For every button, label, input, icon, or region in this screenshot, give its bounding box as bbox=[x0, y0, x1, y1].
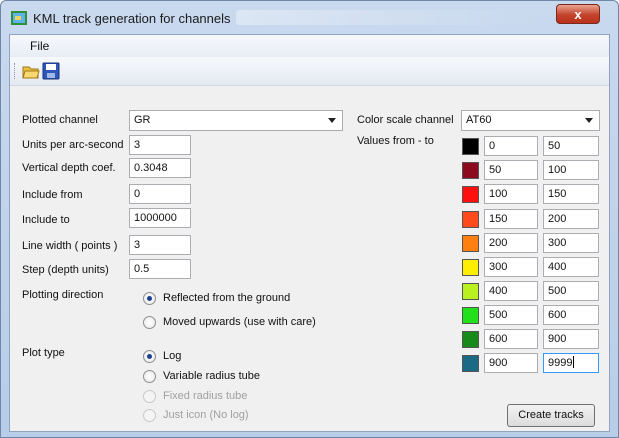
app-icon bbox=[11, 11, 27, 25]
color-swatch[interactable] bbox=[462, 211, 479, 228]
range-to-input[interactable]: 900 bbox=[543, 329, 599, 349]
range-to-input[interactable]: 200 bbox=[543, 209, 599, 229]
radio-reflected-from-ground[interactable] bbox=[143, 292, 156, 305]
plot-type-label: Plot type bbox=[22, 347, 65, 359]
plotted-channel-value: GR bbox=[134, 114, 151, 126]
color-swatch[interactable] bbox=[462, 138, 479, 155]
save-disk-icon[interactable] bbox=[42, 62, 60, 80]
color-swatch[interactable] bbox=[462, 283, 479, 300]
chevron-down-icon bbox=[585, 118, 593, 123]
menu-bar: File bbox=[10, 35, 609, 57]
include-from-input[interactable]: 0 bbox=[129, 184, 191, 204]
units-per-arc-second-input[interactable]: 3 bbox=[129, 135, 191, 155]
radio-just-icon-label: Just icon (No log) bbox=[163, 409, 249, 421]
range-to-input[interactable]: 600 bbox=[543, 305, 599, 325]
include-to-input[interactable]: 1000000 bbox=[129, 208, 191, 228]
color-scale-channel-value: AT60 bbox=[466, 114, 492, 126]
color-swatch[interactable] bbox=[462, 259, 479, 276]
close-button[interactable]: x bbox=[556, 4, 600, 24]
range-to-input[interactable]: 150 bbox=[543, 184, 599, 204]
step-input[interactable]: 0.5 bbox=[129, 259, 191, 279]
color-swatch[interactable] bbox=[462, 331, 479, 348]
range-from-input[interactable]: 200 bbox=[484, 233, 538, 253]
toolbar-grip[interactable] bbox=[14, 63, 17, 79]
range-from-input[interactable]: 500 bbox=[484, 305, 538, 325]
radio-variable-radius-tube[interactable] bbox=[143, 370, 156, 383]
range-from-input[interactable]: 400 bbox=[484, 281, 538, 301]
window-title: KML track generation for channels bbox=[33, 11, 231, 26]
client-area: File Plotted channel GR Units per arc-se… bbox=[9, 34, 610, 432]
radio-log-label[interactable]: Log bbox=[163, 350, 181, 362]
plotting-direction-label: Plotting direction bbox=[22, 289, 104, 301]
range-from-input[interactable]: 0 bbox=[484, 136, 538, 156]
color-scale-channel-label: Color scale channel bbox=[357, 114, 454, 126]
range-to-input[interactable]: 400 bbox=[543, 257, 599, 277]
plotted-channel-label: Plotted channel bbox=[22, 114, 98, 126]
radio-just-icon bbox=[143, 409, 156, 422]
chevron-down-icon bbox=[328, 118, 336, 123]
line-width-label: Line width ( points ) bbox=[22, 240, 118, 252]
color-swatch[interactable] bbox=[462, 186, 479, 203]
range-to-input[interactable]: 100 bbox=[543, 160, 599, 180]
plotted-channel-select[interactable]: GR bbox=[129, 110, 343, 131]
radio-log[interactable] bbox=[143, 350, 156, 363]
radio-fixed-radius-tube bbox=[143, 390, 156, 403]
include-to-label: Include to bbox=[22, 214, 70, 226]
range-from-input[interactable]: 900 bbox=[484, 353, 538, 373]
range-from-input[interactable]: 150 bbox=[484, 209, 538, 229]
range-from-input[interactable]: 50 bbox=[484, 160, 538, 180]
vertical-depth-coef-input[interactable]: 0.3048 bbox=[129, 158, 191, 178]
title-bar[interactable]: KML track generation for channels x bbox=[1, 1, 618, 33]
range-from-input[interactable]: 300 bbox=[484, 257, 538, 277]
radio-fixed-radius-label: Fixed radius tube bbox=[163, 390, 248, 402]
range-from-input[interactable]: 600 bbox=[484, 329, 538, 349]
units-per-arc-second-label: Units per arc-second bbox=[22, 139, 124, 151]
radio-reflected-label[interactable]: Reflected from the ground bbox=[163, 292, 290, 304]
radio-variable-radius-label[interactable]: Variable radius tube bbox=[163, 370, 260, 382]
range-from-input[interactable]: 100 bbox=[484, 184, 538, 204]
line-width-input[interactable]: 3 bbox=[129, 235, 191, 255]
color-swatch[interactable] bbox=[462, 355, 479, 372]
vertical-depth-coef-label: Vertical depth coef. bbox=[22, 162, 116, 174]
color-swatch[interactable] bbox=[462, 235, 479, 252]
radio-moved-upwards-label[interactable]: Moved upwards (use with care) bbox=[163, 316, 316, 328]
color-scale-channel-select[interactable]: AT60 bbox=[461, 110, 600, 131]
app-window: KML track generation for channels x File… bbox=[0, 0, 619, 438]
menu-file[interactable]: File bbox=[30, 39, 49, 53]
create-tracks-button[interactable]: Create tracks bbox=[507, 404, 595, 427]
step-label: Step (depth units) bbox=[22, 264, 109, 276]
open-folder-icon[interactable] bbox=[22, 62, 40, 80]
text-caret bbox=[573, 356, 575, 368]
values-from-to-label: Values from - to bbox=[357, 135, 434, 147]
title-obscured-area bbox=[236, 10, 536, 25]
range-to-input[interactable]: 9999 bbox=[543, 353, 599, 373]
range-to-input[interactable]: 300 bbox=[543, 233, 599, 253]
radio-moved-upwards[interactable] bbox=[143, 316, 156, 329]
include-from-label: Include from bbox=[22, 189, 83, 201]
range-to-input[interactable]: 50 bbox=[543, 136, 599, 156]
range-to-input[interactable]: 500 bbox=[543, 281, 599, 301]
toolbar bbox=[10, 57, 609, 86]
color-swatch[interactable] bbox=[462, 307, 479, 324]
color-swatch[interactable] bbox=[462, 162, 479, 179]
